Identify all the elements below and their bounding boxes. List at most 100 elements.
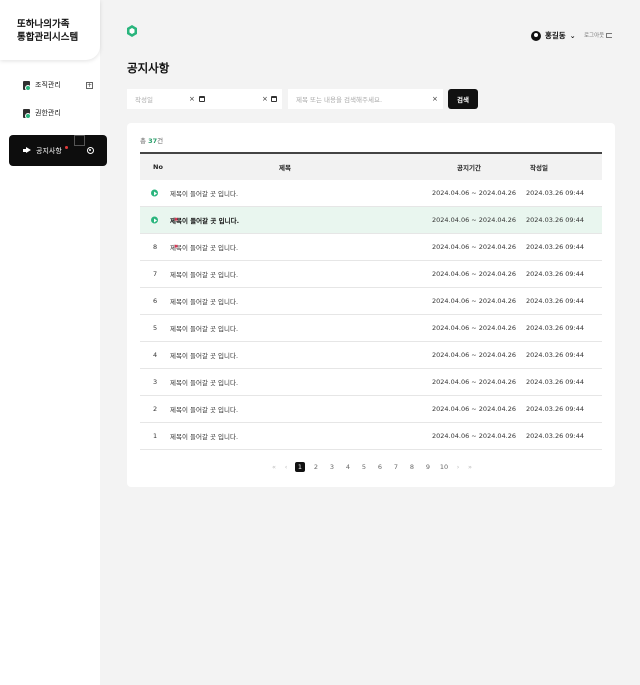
document-icon xyxy=(23,80,31,91)
user-name: 홍길동 xyxy=(545,31,566,40)
table-row[interactable]: 제목이 들어갈 곳 입니다. ✖ 2024.04.06 ~ 2024.04.26 20… xyxy=(140,207,602,234)
page-9-button[interactable]: 9 xyxy=(420,463,436,471)
start-date-field[interactable]: 작성일 × xyxy=(127,89,209,109)
keyword-search-input[interactable]: 제목 또는 내용을 검색해주세요. × xyxy=(288,89,443,109)
table-row[interactable]: 3 제목이 들어갈 곳 입니다. 2024.04.06 ~ 2024.04.26 20… xyxy=(140,369,602,396)
new-icon: ✖ xyxy=(174,244,179,250)
new-icon: ✖ xyxy=(174,217,179,223)
row-period: 2024.04.06 ~ 2024.04.26 xyxy=(432,297,517,305)
row-date: 2024.03.26 09:44 xyxy=(526,297,585,305)
row-no: 6 xyxy=(153,297,158,305)
sidebar-item-org[interactable]: 조직관리 + xyxy=(9,70,107,100)
total-count: 총 37건 xyxy=(140,135,163,145)
row-period: 2024.04.06 ~ 2024.04.26 xyxy=(432,243,517,251)
row-date: 2024.03.26 09:44 xyxy=(526,405,585,413)
next-page-button[interactable]: › xyxy=(452,463,464,471)
row-title-text: 제목이 들어갈 곳 입니다. xyxy=(170,217,240,225)
end-date-field[interactable]: × xyxy=(209,89,282,109)
row-title-text: 제목이 들어갈 곳 입니다. xyxy=(170,190,239,198)
table-row[interactable]: 2 제목이 들어갈 곳 입니다. 2024.04.06 ~ 2024.04.26 20… xyxy=(140,396,602,423)
table-row[interactable]: 6 제목이 들어갈 곳 입니다. 2024.04.06 ~ 2024.04.26 20… xyxy=(140,288,602,315)
column-period: 공지기간 xyxy=(457,164,481,172)
pagination: « ‹ 1 2 3 4 5 6 7 8 9 10 › » xyxy=(268,462,476,472)
table-row[interactable]: 4 제목이 들어갈 곳 입니다. 2024.04.06 ~ 2024.04.26 20… xyxy=(140,342,602,369)
table-row[interactable]: 제목이 들어갈 곳 입니다. 2024.04.06 ~ 2024.04.26 202… xyxy=(140,180,602,207)
pin-icon xyxy=(151,189,158,197)
logout-icon xyxy=(606,32,613,38)
row-date: 2024.03.26 09:44 xyxy=(526,378,585,386)
row-title-text: 제목이 들어갈 곳 입니다. xyxy=(170,298,239,306)
table-row[interactable]: 7 제목이 들어갈 곳 입니다. 2024.04.06 ~ 2024.04.26 20… xyxy=(140,261,602,288)
calendar-icon[interactable] xyxy=(199,96,205,102)
row-no: 2 xyxy=(153,405,158,413)
column-no: No xyxy=(153,163,163,171)
row-period: 2024.04.06 ~ 2024.04.26 xyxy=(432,378,517,386)
row-title-text: 제목이 들어갈 곳 입니다. xyxy=(170,271,239,279)
row-period: 2024.04.06 ~ 2024.04.26 xyxy=(432,270,517,278)
row-title-text: 제목이 들어갈 곳 입니다. xyxy=(170,406,239,414)
page-1-button[interactable]: 1 xyxy=(295,462,305,472)
last-page-button[interactable]: » xyxy=(464,463,476,471)
row-title-text: 제목이 들어갈 곳 입니다. xyxy=(170,244,239,252)
document-icon xyxy=(23,108,31,119)
app-title-line2: 통합관리시스템 xyxy=(17,32,79,43)
row-period: 2024.04.06 ~ 2024.04.26 xyxy=(432,432,517,440)
clear-icon[interactable]: × xyxy=(189,95,195,103)
gear-icon[interactable] xyxy=(87,147,94,154)
first-page-button[interactable]: « xyxy=(268,463,280,471)
row-period: 2024.04.06 ~ 2024.04.26 xyxy=(432,351,517,359)
sidebar-item-permission[interactable]: 권한관리 xyxy=(9,98,107,128)
row-no: 7 xyxy=(153,270,158,278)
page-5-button[interactable]: 5 xyxy=(356,463,372,471)
row-date: 2024.03.26 09:44 xyxy=(526,351,585,359)
row-date: 2024.03.26 09:44 xyxy=(526,243,585,251)
row-title-text: 제목이 들어갈 곳 입니다. xyxy=(170,433,239,441)
page-10-button[interactable]: 10 xyxy=(436,463,452,471)
sidebar: 또하나의가족 통합관리시스템 조직관리 + 권한관리 공지사항 xyxy=(0,0,107,685)
expand-icon[interactable]: + xyxy=(86,81,93,89)
start-date-placeholder: 작성일 xyxy=(135,96,153,104)
keyword-placeholder: 제목 또는 내용을 검색해주세요. xyxy=(296,96,383,104)
row-date: 2024.03.26 09:44 xyxy=(526,216,585,224)
user-menu[interactable]: 홍길동 ⌄ xyxy=(531,30,576,41)
pin-icon xyxy=(151,216,158,224)
row-period: 2024.04.06 ~ 2024.04.26 xyxy=(432,189,517,197)
table-row[interactable]: 1 제목이 들어갈 곳 입니다. 2024.04.06 ~ 2024.04.26 20… xyxy=(140,423,602,450)
notice-list-card: 총 37건 No 제목 공지기간 작성일 제목이 들어갈 곳 입니다. 2024.… xyxy=(127,123,615,487)
search-button[interactable]: 검색 xyxy=(448,89,478,109)
row-no: 8 xyxy=(153,243,158,251)
app-brand[interactable]: 또하나의가족 통합관리시스템 xyxy=(0,0,100,60)
notification-dot xyxy=(64,146,68,149)
prev-page-button[interactable]: ‹ xyxy=(280,463,292,471)
table-row[interactable]: 8 제목이 들어갈 곳 입니다. ✖ 2024.04.06 ~ 2024.04.26 2… xyxy=(140,234,602,261)
total-suffix: 건 xyxy=(157,137,164,145)
column-date: 작성일 xyxy=(530,164,548,172)
sidebar-item-label: 조직관리 xyxy=(35,81,61,89)
clear-icon[interactable]: × xyxy=(432,95,438,103)
logo-icon[interactable] xyxy=(127,25,137,37)
logout-label: 로그아웃 xyxy=(584,33,605,39)
logout-button[interactable]: 로그아웃 xyxy=(584,31,613,39)
row-no: 1 xyxy=(153,432,158,440)
user-icon xyxy=(531,30,541,41)
row-date: 2024.03.26 09:44 xyxy=(526,270,585,278)
total-prefix: 총 xyxy=(140,137,146,145)
page-3-button[interactable]: 3 xyxy=(324,463,340,471)
row-date: 2024.03.26 09:44 xyxy=(526,432,585,440)
calendar-icon[interactable] xyxy=(271,96,277,102)
page-6-button[interactable]: 6 xyxy=(372,463,388,471)
row-no: 4 xyxy=(153,351,158,359)
page-8-button[interactable]: 8 xyxy=(404,463,420,471)
sidebar-item-notice[interactable]: 공지사항 xyxy=(9,135,107,166)
row-title-text: 제목이 들어갈 곳 입니다. xyxy=(170,352,239,360)
row-title-text: 제목이 들어갈 곳 입니다. xyxy=(170,379,239,387)
row-period: 2024.04.06 ~ 2024.04.26 xyxy=(432,216,517,224)
page-2-button[interactable]: 2 xyxy=(308,463,324,471)
row-period: 2024.04.06 ~ 2024.04.26 xyxy=(432,324,517,332)
page-4-button[interactable]: 4 xyxy=(340,463,356,471)
table-row[interactable]: 5 제목이 들어갈 곳 입니다. 2024.04.06 ~ 2024.04.26 20… xyxy=(140,315,602,342)
page-7-button[interactable]: 7 xyxy=(388,463,404,471)
sidebar-item-label: 공지사항 xyxy=(36,146,62,155)
clear-icon[interactable]: × xyxy=(262,95,268,103)
column-title: 제목 xyxy=(279,164,291,172)
